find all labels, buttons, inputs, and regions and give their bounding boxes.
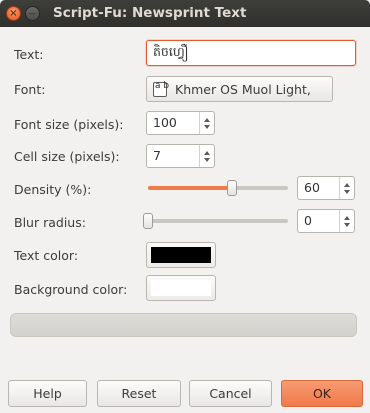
- background-color-label: Background color:: [14, 282, 128, 297]
- text-color-button[interactable]: [146, 242, 216, 268]
- ok-button[interactable]: OK: [281, 380, 363, 407]
- increment-arrow-icon[interactable]: [344, 182, 350, 187]
- font-size-value: 100: [153, 115, 177, 130]
- density-slider-handle[interactable]: [227, 180, 237, 196]
- cell-size-value: 7: [153, 148, 161, 163]
- increment-arrow-icon[interactable]: [204, 150, 210, 155]
- background-color-button[interactable]: [146, 275, 216, 301]
- font-selector-value: Khmer OS Muol Light,: [175, 81, 311, 97]
- cell-size-spinbox[interactable]: 7: [146, 144, 215, 168]
- window-title: Script-Fu: Newsprint Text: [53, 5, 247, 21]
- background-color-swatch: [151, 280, 211, 296]
- minimize-window-icon[interactable]: —: [25, 6, 40, 21]
- blur-radius-slider[interactable]: [143, 213, 288, 229]
- font-size-stepper[interactable]: [199, 112, 214, 134]
- text-label: Text:: [14, 47, 44, 62]
- density-spinbox[interactable]: 60: [297, 176, 355, 200]
- decrement-arrow-icon[interactable]: [204, 157, 210, 162]
- ok-button-label: OK: [312, 386, 332, 401]
- increment-arrow-icon[interactable]: [344, 215, 350, 220]
- text-input[interactable]: តិចហ្វឿ: [146, 40, 356, 66]
- blur-radius-slider-handle[interactable]: [143, 213, 153, 229]
- decrement-arrow-icon[interactable]: [344, 222, 350, 227]
- cancel-button[interactable]: Cancel: [189, 380, 272, 407]
- font-size-spinbox[interactable]: 100: [146, 111, 215, 135]
- window-titlebar[interactable]: × — Script-Fu: Newsprint Text: [0, 0, 370, 27]
- cell-size-label: Cell size (pixels):: [14, 149, 120, 164]
- cancel-button-label: Cancel: [209, 386, 252, 401]
- help-button-label: Help: [33, 386, 62, 401]
- close-window-icon[interactable]: ×: [6, 6, 21, 21]
- increment-arrow-icon[interactable]: [204, 117, 210, 122]
- text-color-swatch: [151, 247, 211, 263]
- text-color-label: Text color:: [14, 248, 79, 263]
- blur-radius-spinbox[interactable]: 0: [297, 209, 355, 233]
- density-slider-fill: [148, 186, 232, 190]
- blur-radius-stepper[interactable]: [339, 210, 354, 232]
- minimize-glyph: —: [28, 8, 37, 18]
- close-glyph: ×: [9, 7, 18, 19]
- progress-bar: [10, 313, 357, 337]
- cell-size-stepper[interactable]: [199, 145, 214, 167]
- blur-radius-label: Blur radius:: [14, 215, 86, 230]
- density-slider[interactable]: [148, 180, 288, 196]
- density-value: 60: [304, 180, 320, 195]
- help-button[interactable]: Help: [8, 380, 87, 407]
- decrement-arrow-icon[interactable]: [344, 189, 350, 194]
- font-size-label: Font size (pixels):: [14, 117, 124, 132]
- blur-radius-value: 0: [304, 213, 312, 228]
- font-label: Font:: [14, 82, 46, 97]
- decrement-arrow-icon[interactable]: [204, 124, 210, 129]
- reset-button-label: Reset: [121, 386, 157, 401]
- font-icon: a b: [153, 81, 169, 97]
- density-label: Density (%):: [14, 182, 92, 197]
- density-stepper[interactable]: [339, 177, 354, 199]
- text-input-value: តិចហ្វឿ: [153, 44, 189, 59]
- font-selector-button[interactable]: a b Khmer OS Muol Light,: [146, 76, 333, 102]
- reset-button[interactable]: Reset: [97, 380, 181, 407]
